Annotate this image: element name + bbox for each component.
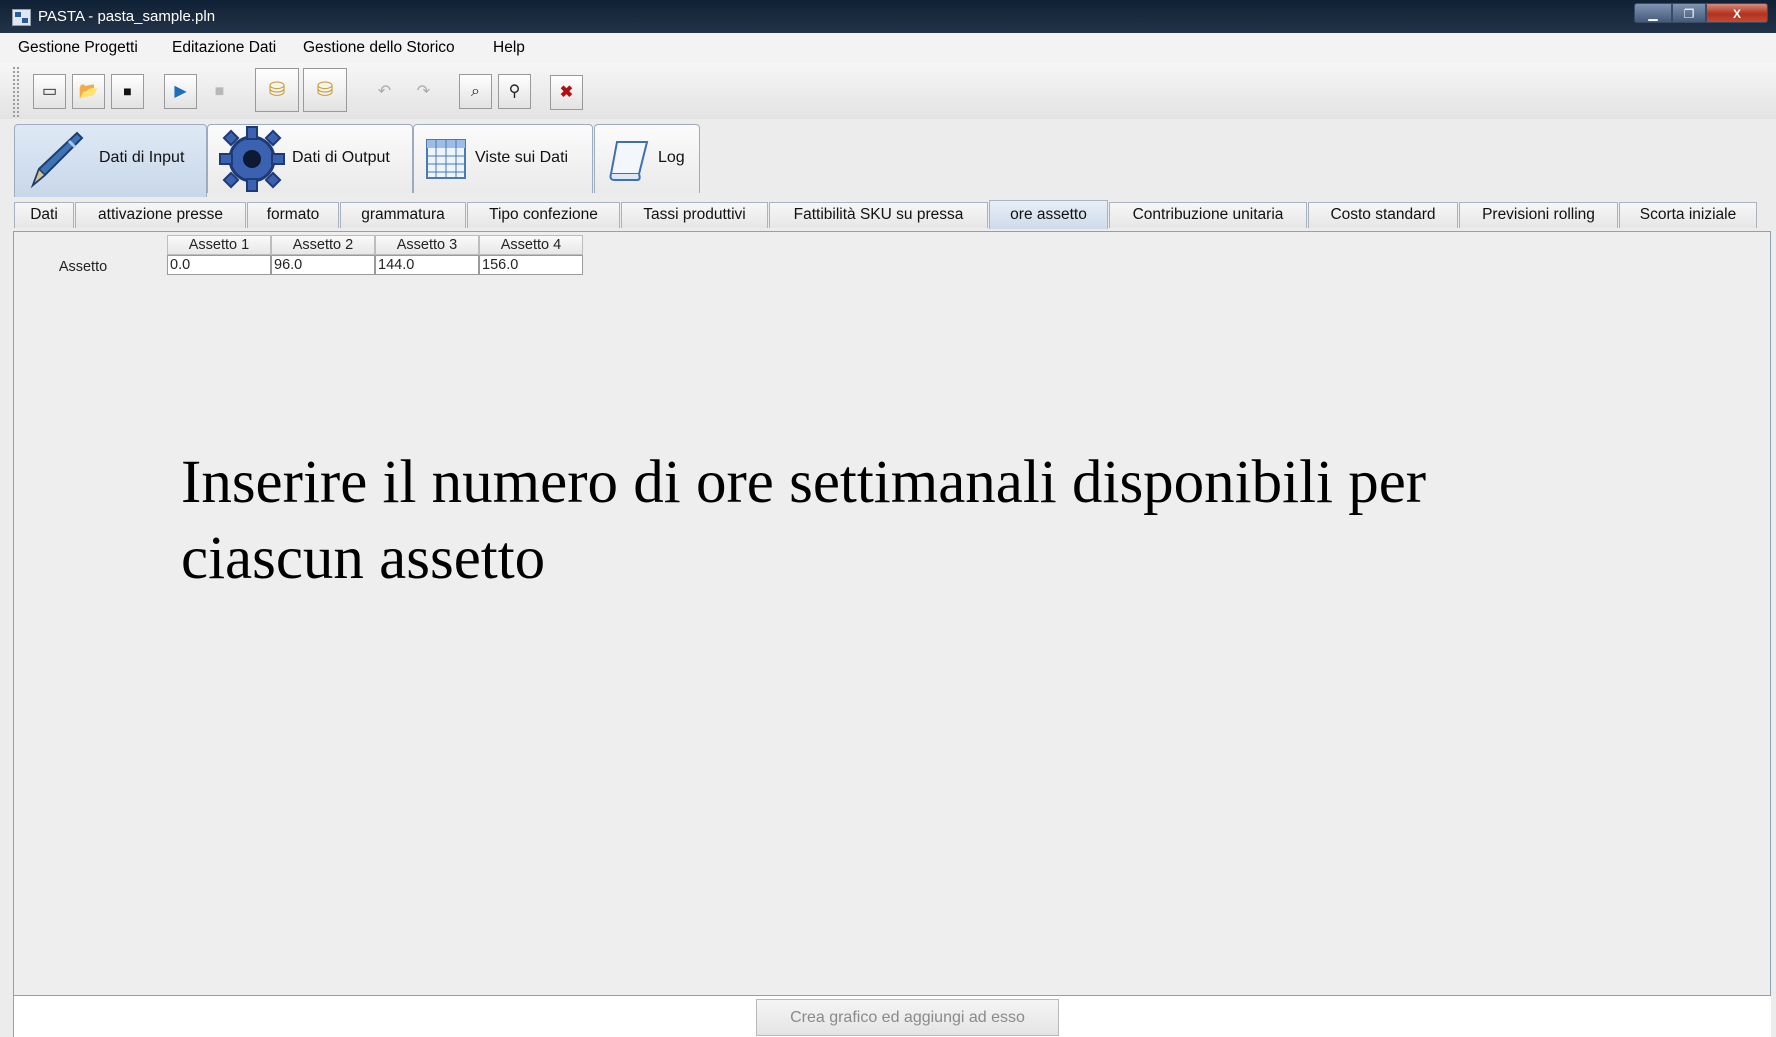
tab-dati-di-output-label: Dati di Output <box>292 149 390 166</box>
bottom-bar: Crea grafico ed aggiungi ad esso <box>13 996 1771 1037</box>
title-bar[interactable]: PASTA - pasta_sample.pln ▁ ❐ X <box>0 0 1776 33</box>
column-header[interactable]: Assetto 1 <box>167 235 271 255</box>
subtab-previsioni-rolling[interactable]: Previsioni rolling <box>1459 202 1618 228</box>
close-icon[interactable]: X <box>1706 3 1768 23</box>
subtab-contribuzione-unitaria[interactable]: Contribuzione unitaria <box>1109 202 1307 228</box>
application-window: PASTA - pasta_sample.pln ▁ ❐ X Gestione … <box>0 0 1776 1037</box>
maximize-icon[interactable]: ❐ <box>1672 3 1706 23</box>
instruction-line-1: Inserire il numero di ore settimanali di… <box>181 449 1427 516</box>
window-controls: ▁ ❐ X <box>1634 3 1768 25</box>
pen-icon <box>30 131 84 189</box>
table-cell[interactable]: 96.0 <box>271 255 375 275</box>
inspect-icon[interactable]: ⌕ <box>459 74 492 109</box>
create-chart-button[interactable]: Crea grafico ed aggiungi ad esso <box>756 999 1059 1036</box>
redo-icon[interactable]: ↷ <box>407 74 440 109</box>
content-panel: Assetto 1 Assetto 2 Assetto 3 Assetto 4 … <box>13 231 1771 996</box>
column-header[interactable]: Assetto 3 <box>375 235 479 255</box>
table-cell[interactable]: 156.0 <box>479 255 583 275</box>
subtab-tipo-confezione[interactable]: Tipo confezione <box>467 202 620 228</box>
subtab-fattibilita-sku[interactable]: Fattibilità SKU su pressa <box>769 202 988 228</box>
table-cell[interactable]: 0.0 <box>167 255 271 275</box>
subtab-attivazione-presse[interactable]: attivazione presse <box>75 202 246 228</box>
tab-dati-di-input-label: Dati di Input <box>99 149 185 166</box>
app-icon <box>12 9 31 26</box>
subtab-ore-assetto[interactable]: ore assetto <box>989 200 1108 229</box>
zoom-icon[interactable]: ⚲ <box>498 74 531 109</box>
database-export-icon[interactable]: ⛁ <box>255 68 299 112</box>
table-icon <box>426 139 466 179</box>
table-cell[interactable]: 144.0 <box>375 255 479 275</box>
menu-gestione-storico[interactable]: Gestione dello Storico <box>303 39 455 57</box>
row-header: Assetto <box>58 259 108 275</box>
stop-icon[interactable]: ■ <box>203 74 236 109</box>
column-header[interactable]: Assetto 2 <box>271 235 375 255</box>
window-title: PASTA - pasta_sample.pln <box>38 8 216 25</box>
new-project-icon[interactable]: ▭ <box>33 74 66 109</box>
scroll-icon <box>609 141 649 181</box>
subtab-tassi-produttivi[interactable]: Tassi produttivi <box>621 202 768 228</box>
menu-bar: Gestione Progetti Editazione Dati Gestio… <box>0 33 1776 63</box>
instruction-note: Inserire il numero di ore settimanali di… <box>181 445 1481 597</box>
subtab-grammatura[interactable]: grammatura <box>340 202 466 228</box>
tab-dati-di-input[interactable]: Dati di Input <box>14 124 207 197</box>
toolbar-grip[interactable] <box>12 66 19 120</box>
open-folder-icon[interactable]: 📂 <box>72 74 105 109</box>
tab-viste-sui-dati[interactable]: Viste sui Dati <box>413 124 593 193</box>
undo-icon[interactable]: ↶ <box>368 74 401 109</box>
column-header[interactable]: Assetto 4 <box>479 235 583 255</box>
tab-log-label: Log <box>658 149 685 166</box>
menu-editazione-dati[interactable]: Editazione Dati <box>172 39 276 57</box>
tab-log[interactable]: Log <box>594 124 700 193</box>
minimize-icon[interactable]: ▁ <box>1634 3 1672 23</box>
run-icon[interactable]: ▶ <box>164 74 197 109</box>
database-import-icon[interactable]: ⛁ <box>303 68 347 112</box>
tab-dati-di-output[interactable]: Dati di Output <box>207 124 413 193</box>
subtab-formato[interactable]: formato <box>247 202 339 228</box>
subtab-scorta-iniziale[interactable]: Scorta iniziale <box>1619 202 1757 228</box>
save-icon[interactable]: ■ <box>111 74 144 109</box>
subtab-dati[interactable]: Dati <box>14 202 74 228</box>
menu-help[interactable]: Help <box>493 39 525 57</box>
sub-tabs: Dati attivazione presse formato grammatu… <box>0 197 1776 230</box>
tab-viste-sui-dati-label: Viste sui Dati <box>475 149 569 166</box>
toolbar: ▭ 📂 ■ ▶ ■ ⛁ ⛁ ↶ ↷ ⌕ ⚲ ✖ <box>0 63 1776 120</box>
menu-gestione-progetti[interactable]: Gestione Progetti <box>18 39 138 57</box>
subtab-costo-standard[interactable]: Costo standard <box>1308 202 1458 228</box>
gear-icon <box>219 126 285 192</box>
main-tabs: Dati di Input Dati di Output Viste sui D… <box>0 119 1776 198</box>
delete-icon[interactable]: ✖ <box>550 75 583 110</box>
instruction-line-2: ciascun assetto <box>181 525 546 592</box>
